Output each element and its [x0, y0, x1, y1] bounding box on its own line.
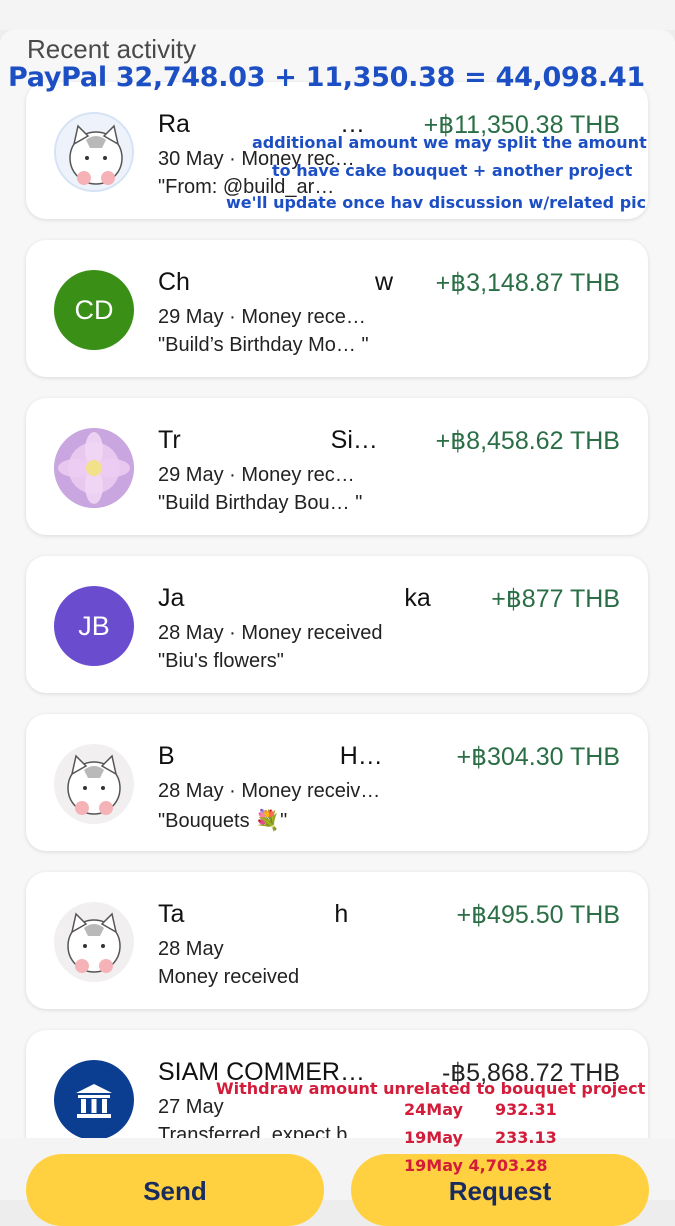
transaction-card[interactable]: CD Ch w +฿3,148.87 THB 29 May · Money rec…	[26, 240, 648, 377]
transaction-card[interactable]: Tr Si… +฿8,458.62 THB 29 May · Money rec……	[26, 398, 648, 535]
payer-name: Ja ka	[158, 584, 431, 612]
annotation-date: 24May	[404, 1100, 463, 1119]
date-status: 27 May	[158, 1096, 224, 1118]
transaction-card[interactable]: Ta h +฿495.50 THB 28 May Money received	[26, 872, 648, 1009]
paypal-sum-annotation: PayPal 32,748.03 + 11,350.38 = 44,098.41	[8, 62, 645, 93]
avatar: JB	[54, 586, 134, 666]
amount: +฿304.30 THB	[456, 743, 620, 771]
date-status: 28 May	[158, 938, 224, 960]
send-button-label: Send	[143, 1176, 207, 1206]
lotus-photo-icon	[54, 428, 134, 508]
payer-name: B H…	[158, 742, 383, 770]
annotation-line: additional amount we may split the amoun…	[252, 133, 647, 152]
request-button-label: Request	[448, 1176, 552, 1206]
date-status: 28 May · Money received	[158, 622, 383, 644]
annotation-date: 19May	[404, 1128, 463, 1147]
send-button[interactable]: Send	[26, 1154, 324, 1226]
annotation-value: 233.13	[495, 1128, 557, 1147]
annotation-value: 932.31	[495, 1100, 557, 1119]
annotation-line: we'll update once hav discussion w/relat…	[226, 193, 647, 212]
payer-name: Ch w	[158, 268, 394, 296]
avatar: CD	[54, 270, 134, 350]
memo: "Bouquets 💐"	[158, 810, 288, 832]
cat-sticker-icon	[54, 112, 134, 192]
annotation-line: Withdraw amount unrelated to bouquet pro…	[216, 1079, 646, 1098]
transaction-card[interactable]: B H… +฿304.30 THB 28 May · Money receiv… …	[26, 714, 648, 851]
memo: "Build Birthday Bou… "	[158, 492, 363, 514]
annotation-line: 19May 4,703.28	[404, 1156, 548, 1175]
date-status: 29 May · Money rec…	[158, 464, 355, 486]
cat-sticker-icon	[54, 902, 134, 982]
memo: Money received	[158, 966, 300, 988]
date-status: 28 May · Money receiv…	[158, 780, 381, 802]
section-title: Recent activity	[27, 34, 197, 64]
bank-icon	[54, 1060, 134, 1140]
status-bar-area	[0, 0, 675, 30]
amount: +฿8,458.62 THB	[435, 427, 620, 455]
memo: "Build’s Birthday Mo… "	[158, 334, 369, 356]
transaction-card[interactable]: JB Ja ka +฿877 THB 28 May · Money receive…	[26, 556, 648, 693]
cat-sticker-icon	[54, 744, 134, 824]
payer-name: Tr Si…	[158, 426, 378, 454]
amount: +฿877 THB	[491, 585, 620, 613]
date-status: 29 May · Money rece…	[158, 306, 366, 328]
annotation-line: to have cake bouquet + another project	[272, 161, 633, 180]
memo: "Biu's flowers"	[158, 650, 284, 672]
amount: +฿495.50 THB	[456, 901, 620, 929]
amount: +฿3,148.87 THB	[435, 269, 620, 297]
payer-name: Ta h	[158, 900, 349, 928]
